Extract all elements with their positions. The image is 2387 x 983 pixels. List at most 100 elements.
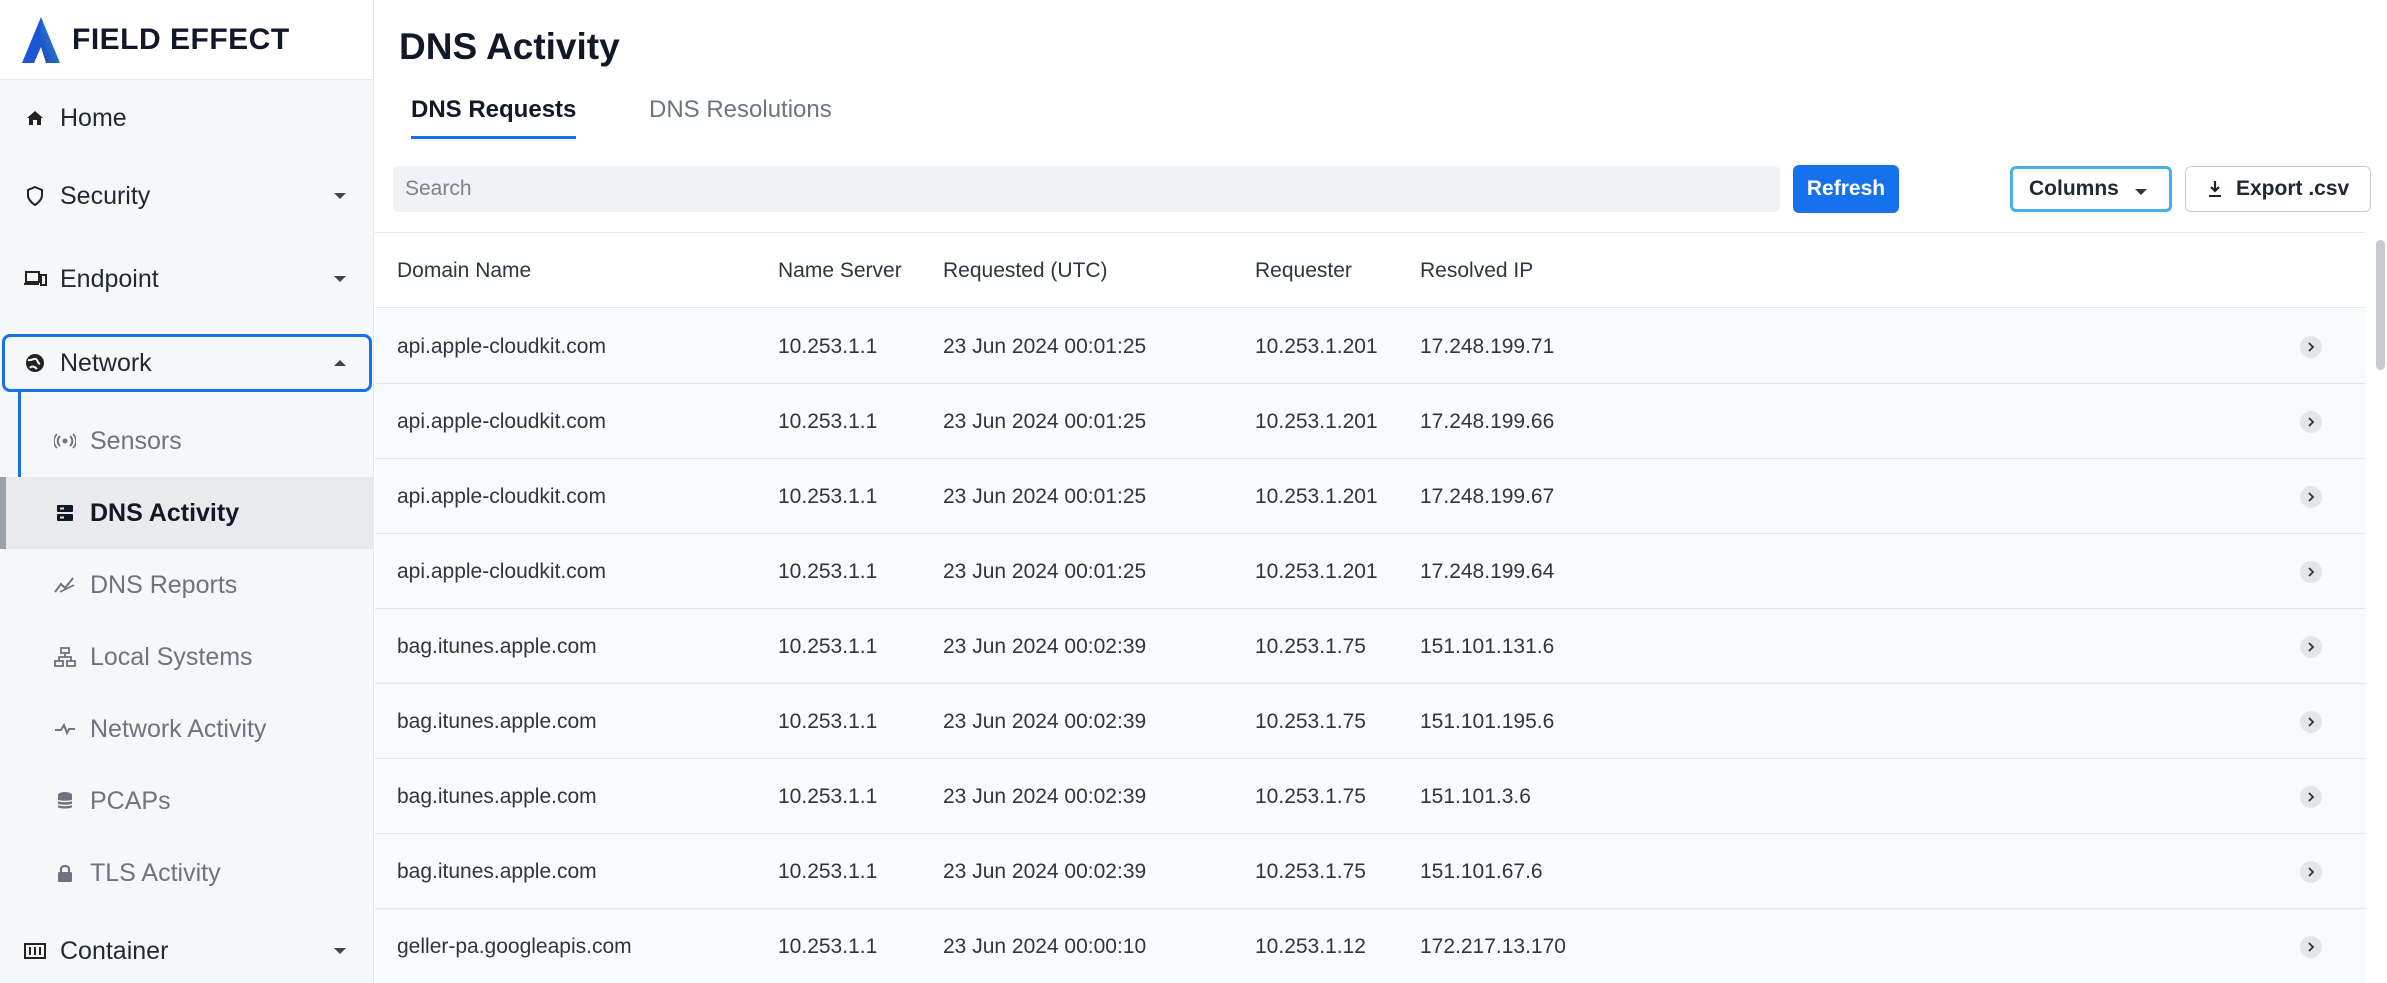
main-content: DNS Activity DNS Requests DNS Resolution… (375, 0, 2387, 983)
table-header: Domain Name Name Server Requested (UTC) … (375, 233, 2365, 308)
cell-requester: 10.253.1.12 (1255, 935, 1366, 958)
sidebar-sub-label: TLS Activity (90, 858, 221, 887)
table-row[interactable]: bag.itunes.apple.com 10.253.1.1 23 Jun 202… (375, 609, 2365, 684)
table-row[interactable]: api.apple-cloudkit.com 10.253.1.1 23 Jun 2… (375, 459, 2365, 534)
cell-resolved-ip: 17.248.199.67 (1420, 485, 1555, 508)
container-icon (22, 938, 48, 964)
dns-server-icon (54, 502, 76, 524)
sitemap-icon (54, 646, 76, 668)
column-header-domain-name[interactable]: Domain Name (397, 259, 531, 283)
cell-resolved-ip: 151.101.67.6 (1420, 860, 1543, 883)
sidebar-item-label: Endpoint (60, 264, 159, 293)
sidebar-sub-label: Network Activity (90, 714, 267, 743)
export-label: Export .csv (2236, 177, 2350, 200)
cell-domain-name: api.apple-cloudkit.com (397, 560, 606, 583)
cell-requester: 10.253.1.75 (1255, 710, 1366, 733)
cell-name-server: 10.253.1.1 (778, 785, 878, 808)
column-header-name-server[interactable]: Name Server (778, 259, 902, 283)
field-effect-logo-icon (22, 16, 60, 63)
lock-icon (54, 862, 76, 884)
table-row[interactable]: geller-pa.googleapis.com 10.253.1.1 23 Jun… (375, 909, 2365, 983)
chevron-right-icon[interactable] (2300, 336, 2322, 358)
cell-requested: 23 Jun 2024 00:02:39 (943, 785, 1147, 808)
cell-requester: 10.253.1.201 (1255, 560, 1378, 583)
sidebar-item-home[interactable]: Home (0, 85, 374, 151)
tab-dns-resolutions[interactable]: DNS Resolutions (649, 96, 832, 136)
chevron-down-icon (2135, 189, 2147, 195)
cell-name-server: 10.253.1.1 (778, 935, 878, 958)
chevron-right-icon[interactable] (2300, 711, 2322, 733)
chevron-right-icon[interactable] (2300, 786, 2322, 808)
cell-resolved-ip: 172.217.13.170 (1420, 935, 1566, 958)
cell-domain-name: bag.itunes.apple.com (397, 860, 597, 883)
cell-name-server: 10.253.1.1 (778, 860, 878, 883)
sensor-icon (54, 430, 76, 452)
sidebar-sub-label: Sensors (90, 426, 182, 455)
sidebar-item-endpoint[interactable]: Endpoint (0, 246, 374, 312)
chevron-right-icon[interactable] (2300, 636, 2322, 658)
cell-requested: 23 Jun 2024 00:01:25 (943, 560, 1147, 583)
cell-requested: 23 Jun 2024 00:01:25 (943, 410, 1147, 433)
column-header-requested[interactable]: Requested (UTC) (943, 259, 1108, 283)
cell-domain-name: api.apple-cloudkit.com (397, 485, 606, 508)
table-row[interactable]: api.apple-cloudkit.com 10.253.1.1 23 Jun 2… (375, 309, 2365, 384)
chevron-down-icon (334, 948, 346, 954)
column-header-requester[interactable]: Requester (1255, 259, 1352, 283)
cell-name-server: 10.253.1.1 (778, 710, 878, 733)
chevron-right-icon[interactable] (2300, 936, 2322, 958)
sidebar-item-sensors[interactable]: Sensors (0, 405, 374, 477)
page-title: DNS Activity (399, 26, 620, 67)
table-row[interactable]: api.apple-cloudkit.com 10.253.1.1 23 Jun 2… (375, 534, 2365, 609)
cell-name-server: 10.253.1.1 (778, 410, 878, 433)
scrollbar-thumb[interactable] (2376, 240, 2385, 370)
refresh-button[interactable]: Refresh (1793, 165, 1899, 213)
chevron-right-icon[interactable] (2300, 561, 2322, 583)
chevron-right-icon[interactable] (2300, 411, 2322, 433)
sidebar-item-label: Security (60, 181, 151, 210)
cell-requester: 10.253.1.201 (1255, 335, 1378, 358)
database-icon (54, 790, 76, 812)
sidebar-item-tls-activity[interactable]: TLS Activity (0, 837, 374, 909)
sidebar-item-dns-activity[interactable]: DNS Activity (0, 477, 374, 549)
columns-dropdown-button[interactable]: Columns (2010, 166, 2172, 212)
sidebar-item-dns-reports[interactable]: DNS Reports (0, 549, 374, 621)
sidebar-item-pcaps[interactable]: PCAPs (0, 765, 374, 837)
export-csv-button[interactable]: Export .csv (2185, 166, 2371, 212)
table-row[interactable]: bag.itunes.apple.com 10.253.1.1 23 Jun 202… (375, 684, 2365, 759)
cell-requested: 23 Jun 2024 00:01:25 (943, 485, 1147, 508)
network-highlight-frame (2, 334, 372, 392)
sidebar-item-local-systems[interactable]: Local Systems (0, 621, 374, 693)
home-icon (22, 105, 48, 131)
tab-dns-requests[interactable]: DNS Requests (411, 96, 577, 139)
cell-resolved-ip: 151.101.195.6 (1420, 710, 1555, 733)
cell-domain-name: bag.itunes.apple.com (397, 635, 597, 658)
sidebar-item-security[interactable]: Security (0, 163, 374, 229)
chevron-right-icon[interactable] (2300, 486, 2322, 508)
cell-requested: 23 Jun 2024 00:00:10 (943, 935, 1147, 958)
cell-name-server: 10.253.1.1 (778, 635, 878, 658)
cell-resolved-ip: 17.248.199.71 (1420, 335, 1555, 358)
sidebar-item-network-activity[interactable]: Network Activity (0, 693, 374, 765)
cell-requester: 10.253.1.201 (1255, 410, 1378, 433)
search-input[interactable] (393, 166, 1780, 212)
table-row[interactable]: bag.itunes.apple.com 10.253.1.1 23 Jun 202… (375, 834, 2365, 909)
cell-requested: 23 Jun 2024 00:02:39 (943, 710, 1147, 733)
cell-resolved-ip: 151.101.131.6 (1420, 635, 1555, 658)
brand-header[interactable]: FIELD EFFECT (0, 0, 373, 80)
sidebar-item-container[interactable]: Container (0, 918, 374, 983)
download-icon (2209, 181, 2221, 197)
cell-requester: 10.253.1.201 (1255, 485, 1378, 508)
chevron-right-icon[interactable] (2300, 861, 2322, 883)
column-header-resolved-ip[interactable]: Resolved IP (1420, 259, 1533, 283)
cell-requester: 10.253.1.75 (1255, 860, 1366, 883)
sidebar-sub-label: DNS Reports (90, 570, 238, 599)
cell-requested: 23 Jun 2024 00:02:39 (943, 635, 1147, 658)
activity-icon (54, 718, 76, 740)
cell-requested: 23 Jun 2024 00:02:39 (943, 860, 1147, 883)
cell-domain-name: geller-pa.googleapis.com (397, 935, 632, 958)
cell-domain-name: api.apple-cloudkit.com (397, 335, 606, 358)
table-row[interactable]: bag.itunes.apple.com 10.253.1.1 23 Jun 202… (375, 759, 2365, 834)
shield-icon (22, 183, 48, 209)
dns-requests-table: Domain Name Name Server Requested (UTC) … (375, 232, 2365, 983)
table-row[interactable]: api.apple-cloudkit.com 10.253.1.1 23 Jun 2… (375, 384, 2365, 459)
